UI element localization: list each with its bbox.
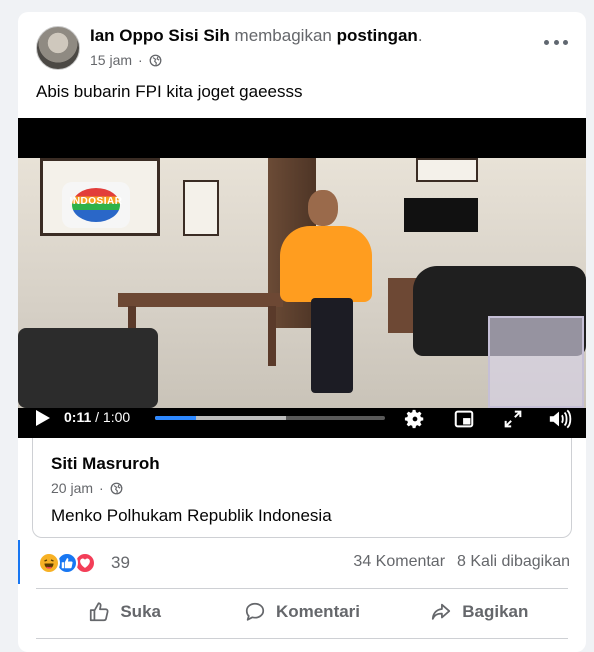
post-card: Ian Oppo Sisi Sih membagikan postingan. …	[18, 12, 586, 652]
person-shirt	[280, 226, 372, 302]
played-bar	[155, 416, 197, 420]
engagement-stats: 34 Komentar 8 Kali dibagikan	[353, 553, 570, 571]
more-options-icon[interactable]	[544, 36, 568, 48]
channel-logo: INDOSIAR	[62, 182, 130, 228]
current-time: 0:11	[64, 409, 92, 425]
share-arrow-icon	[432, 603, 451, 620]
share-label: Bagikan	[462, 602, 529, 621]
share-button[interactable]: Bagikan	[391, 592, 568, 632]
more-dot	[544, 39, 549, 45]
share-count[interactable]: 8 Kali dibagikan	[457, 553, 570, 570]
globe-icon[interactable]	[110, 482, 123, 495]
progress-bar[interactable]	[155, 416, 385, 420]
divider	[36, 588, 568, 589]
more-dot	[563, 39, 568, 45]
meta-separator: ·	[138, 52, 143, 68]
comment-icon	[245, 602, 265, 621]
video-player[interactable]: INDOSIAR 0:11 / 1:00	[18, 118, 586, 438]
author-name[interactable]: Ian Oppo Sisi Sih	[90, 26, 230, 45]
table-leg	[268, 306, 276, 366]
clear-box	[488, 316, 584, 408]
avatar[interactable]	[36, 26, 80, 70]
shared-timestamp[interactable]: 20 jam	[51, 480, 93, 496]
like-button[interactable]: Suka	[36, 592, 213, 632]
post-header: Ian Oppo Sisi Sih membagikan postingan.	[90, 26, 423, 46]
comment-button[interactable]: Komentari	[213, 592, 390, 632]
share-object-link[interactable]: postingan	[337, 26, 418, 45]
logo-text: INDOSIAR	[69, 196, 123, 207]
divider	[36, 638, 568, 639]
globe-icon[interactable]	[149, 54, 162, 67]
haha-icon	[38, 552, 60, 574]
shared-meta: 20 jam ·	[51, 480, 123, 496]
volume-icon[interactable]	[546, 408, 572, 430]
gear-icon[interactable]	[404, 408, 426, 430]
table	[118, 293, 283, 307]
comment-count[interactable]: 34 Komentar	[353, 553, 445, 570]
duration: / 1:00	[91, 409, 131, 425]
fullscreen-icon[interactable]	[502, 408, 524, 430]
post-caption: Abis bubarin FPI kita joget gaeesss	[36, 82, 303, 101]
video-time: 0:11 / 1:00	[64, 409, 130, 425]
meta-separator: ·	[99, 480, 104, 496]
video-frame: INDOSIAR	[18, 158, 586, 408]
thumbs-up-icon	[90, 602, 109, 622]
share-verb: membagikan	[234, 26, 332, 45]
shared-post[interactable]: Siti Masruroh 20 jam · Menko Polhukam Re…	[32, 438, 572, 538]
shared-author[interactable]: Siti Masruroh	[51, 454, 160, 474]
like-label: Suka	[120, 602, 161, 621]
wall-picture	[183, 180, 219, 236]
person-legs	[311, 298, 353, 393]
chair	[18, 328, 158, 408]
reaction-bar: 39 34 Komentar 8 Kali dibagikan	[18, 540, 586, 584]
action-bar: Suka Komentari Bagikan	[36, 592, 568, 632]
reaction-count[interactable]: 39	[111, 553, 130, 573]
video-controls: 0:11 / 1:00	[18, 398, 586, 438]
tv	[404, 198, 478, 232]
play-icon[interactable]	[36, 410, 50, 426]
post-meta: 15 jam ·	[90, 52, 162, 68]
more-dot	[553, 39, 559, 45]
picture-in-picture-icon[interactable]	[453, 408, 475, 430]
period: .	[417, 26, 423, 45]
reaction-icons[interactable]	[38, 552, 104, 574]
post-timestamp[interactable]: 15 jam	[90, 52, 132, 68]
person-head	[308, 190, 338, 226]
shared-text: Menko Polhukam Republik Indonesia	[51, 506, 332, 525]
comment-label: Komentari	[275, 602, 361, 621]
wall-picture	[416, 158, 478, 182]
